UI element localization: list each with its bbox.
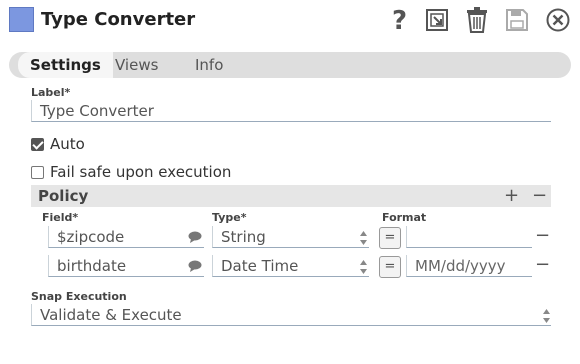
tab-settings[interactable]: Settings — [18, 52, 113, 78]
failsafe-label: Fail safe upon execution — [50, 163, 232, 181]
snap-type-icon — [9, 7, 34, 32]
tab-info[interactable]: Info — [195, 52, 223, 78]
save-icon[interactable] — [502, 5, 532, 35]
snap-execution-select[interactable]: Validate & Execute — [31, 304, 551, 326]
export-icon[interactable] — [422, 5, 452, 35]
format-column-header: Format — [382, 211, 427, 224]
policy-title: Policy — [38, 187, 89, 205]
type-select[interactable]: Date Time — [212, 255, 369, 277]
svg-text:?: ? — [392, 7, 407, 33]
policy-header: Policy + − — [31, 185, 551, 207]
add-row-button[interactable]: + — [504, 185, 519, 206]
format-input[interactable] — [406, 226, 532, 248]
auto-label: Auto — [50, 135, 85, 153]
tab-views[interactable]: Views — [115, 52, 158, 78]
select-spinner-icon — [360, 260, 367, 274]
close-icon[interactable] — [543, 5, 573, 35]
dialog-header: Type Converter ? — [0, 0, 580, 42]
help-icon[interactable]: ? — [385, 5, 415, 35]
label-field-label: Label* — [31, 86, 71, 99]
field-column-header: Field* — [42, 211, 79, 224]
select-spinner-icon — [360, 231, 367, 245]
expression-toggle-button[interactable]: = — [379, 256, 401, 278]
remove-row-button[interactable]: − — [535, 254, 550, 275]
expression-toggle-button[interactable]: = — [379, 227, 401, 249]
tab-bar: Settings Views Info — [9, 52, 571, 78]
failsafe-checkbox[interactable] — [31, 166, 44, 179]
remove-all-button[interactable]: − — [532, 185, 547, 206]
field-input[interactable]: birthdate — [48, 255, 204, 277]
type-column-header: Type* — [212, 211, 247, 224]
label-input[interactable]: Type Converter — [31, 100, 551, 122]
field-input[interactable]: $zipcode — [48, 226, 204, 248]
remove-row-button[interactable]: − — [535, 225, 550, 246]
auto-checkbox[interactable] — [31, 138, 44, 151]
comment-icon[interactable] — [188, 260, 202, 272]
format-input[interactable]: MM/dd/yyyy — [406, 255, 532, 277]
type-select[interactable]: String — [212, 226, 369, 248]
snap-execution-label: Snap Execution — [31, 290, 127, 303]
select-spinner-icon — [543, 309, 550, 323]
delete-icon[interactable] — [462, 5, 492, 35]
comment-icon[interactable] — [188, 231, 202, 243]
dialog-title: Type Converter — [41, 9, 196, 30]
